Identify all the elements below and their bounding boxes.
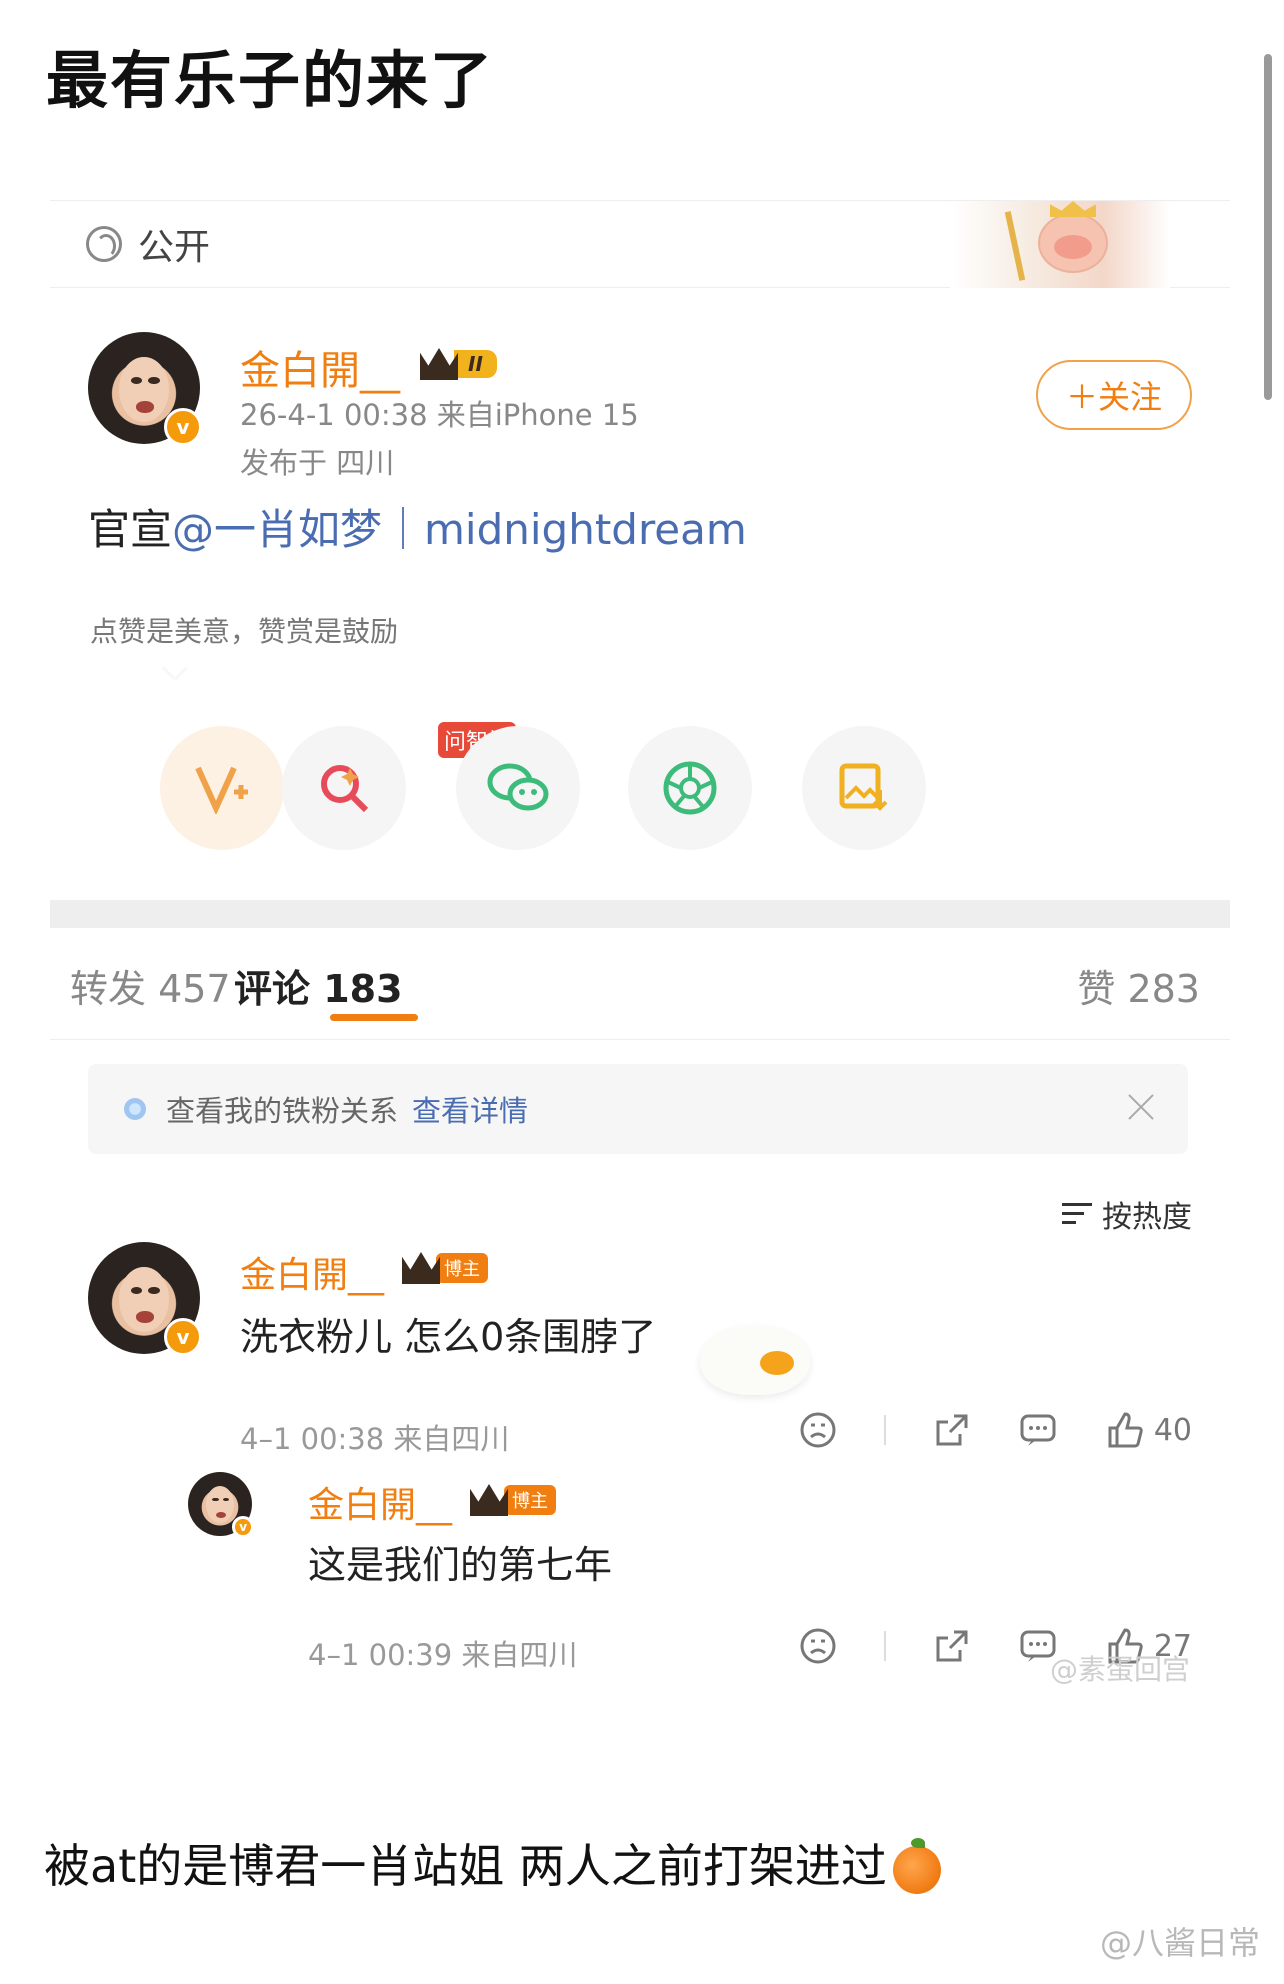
reply-time: 4–1 00:39 来自四川 (308, 1638, 578, 1672)
sort-label: 按热度 (1102, 1200, 1192, 1235)
dislike-face-icon[interactable] (798, 1626, 838, 1666)
sort-icon (1062, 1201, 1092, 1227)
page: { "headline": "最有乐子的来了", "post": { "visi… (0, 0, 1284, 1984)
like-icon[interactable] (1104, 1410, 1144, 1450)
blogger-badge: 博主 (402, 1250, 488, 1286)
follow-button[interactable]: ＋关注 (1036, 360, 1192, 430)
interaction-tabs: 转发 457 评论 183 赞 283 (50, 928, 1230, 1040)
wechat-icon (487, 763, 549, 811)
share-icon[interactable] (932, 1410, 972, 1450)
save-image-button[interactable] (802, 726, 926, 850)
blogger-badge: 博主 (470, 1482, 556, 1518)
ask-search-icon (321, 765, 369, 813)
fan-relation-bar[interactable]: 查看我的铁粉关系 查看详情 (88, 1064, 1188, 1154)
post-mention[interactable]: @一肖如梦｜midnightdream (172, 505, 747, 554)
comment-actions: 40 (752, 1410, 1192, 1450)
visibility-bar: 公开 (50, 200, 1230, 289)
inner-watermark: @素蛋回宫 (1050, 1653, 1191, 1686)
scrollbar[interactable] (1264, 54, 1272, 400)
avatar[interactable]: v (88, 332, 202, 446)
close-icon[interactable] (1124, 1090, 1158, 1124)
ask-search-button[interactable] (282, 726, 406, 850)
reward-v-icon (195, 766, 248, 814)
reward-button[interactable] (160, 726, 284, 850)
tab-repost[interactable]: 转发 457 (70, 958, 231, 1013)
crown-icon (470, 1484, 508, 1516)
fried-egg-sticker (700, 1325, 810, 1395)
tab-comments[interactable]: 评论 183 (234, 958, 403, 1013)
headline: 最有乐子的来了 (46, 44, 495, 117)
share-actions: 问智搜 (50, 722, 1230, 866)
separator (883, 1631, 886, 1661)
comment-avatar[interactable]: v (88, 1242, 202, 1356)
globe-icon (86, 226, 122, 262)
separator (883, 1415, 886, 1445)
comment-author[interactable]: 金白開__ (240, 1246, 384, 1298)
section-divider (50, 900, 1230, 928)
reply-icon[interactable] (1018, 1410, 1058, 1450)
pig-decoration-image (950, 201, 1170, 289)
author-name[interactable]: 金白開__ (240, 338, 400, 396)
moments-share-button[interactable] (628, 726, 752, 850)
footer-watermark: @八酱日常 (1099, 1924, 1260, 1962)
like-count: 40 (1153, 1412, 1192, 1448)
wechat-share-button[interactable] (456, 726, 580, 850)
reply-avatar[interactable]: v (188, 1472, 254, 1538)
post-location: 发布于 四川 (240, 446, 395, 480)
moments-icon (663, 761, 717, 815)
verified-icon: v (163, 1317, 202, 1356)
level-badge[interactable]: II (420, 346, 497, 382)
post-text-prefix: 官宣 (88, 505, 173, 554)
caption-text: 被at的是博君一肖站姐 两人之前打架进过 (44, 1839, 887, 1893)
post-card: v 金白開__ II 26-4-1 00:38 来自iPhone 15 发布于 … (50, 288, 1230, 748)
fan-relation-text: 查看我的铁粉关系 (166, 1094, 399, 1128)
verified-icon: v (232, 1516, 254, 1538)
orange-emoji-icon (892, 1837, 941, 1894)
save-image-icon (839, 763, 888, 811)
fan-icon (124, 1098, 146, 1120)
crown-icon (402, 1252, 440, 1284)
post-text: 官宣@一肖如梦｜midnightdream (88, 496, 747, 557)
comment-text: 洗衣粉儿 怎么0条围脖了 (240, 1315, 657, 1359)
visibility-label: 公开 (138, 227, 211, 268)
active-tab-indicator (330, 1014, 418, 1021)
verified-icon: v (163, 407, 202, 446)
sort-button[interactable]: 按热度 (1062, 1192, 1192, 1236)
dislike-face-icon[interactable] (798, 1410, 838, 1450)
tab-likes[interactable]: 赞 283 (1077, 958, 1200, 1013)
crown-icon (420, 348, 458, 380)
reply-author[interactable]: 金白開__ (308, 1476, 452, 1528)
caption: 被at的是博君一肖站姐 两人之前打架进过 (44, 1830, 941, 1896)
weibo-screenshot: 公开 v 金白開__ II 26-4-1 00:38 来自iPhone 15 发… (50, 200, 1230, 1760)
fan-relation-link[interactable]: 查看详情 (412, 1088, 528, 1130)
share-icon[interactable] (932, 1626, 972, 1666)
reply-text: 这是我们的第七年 (308, 1543, 613, 1587)
comment-time: 4–1 00:38 来自四川 (240, 1422, 510, 1456)
post-time-source: 26-4-1 00:38 来自iPhone 15 (240, 398, 639, 432)
reward-tip: 点赞是美意，赞赏是鼓励 (80, 600, 409, 666)
